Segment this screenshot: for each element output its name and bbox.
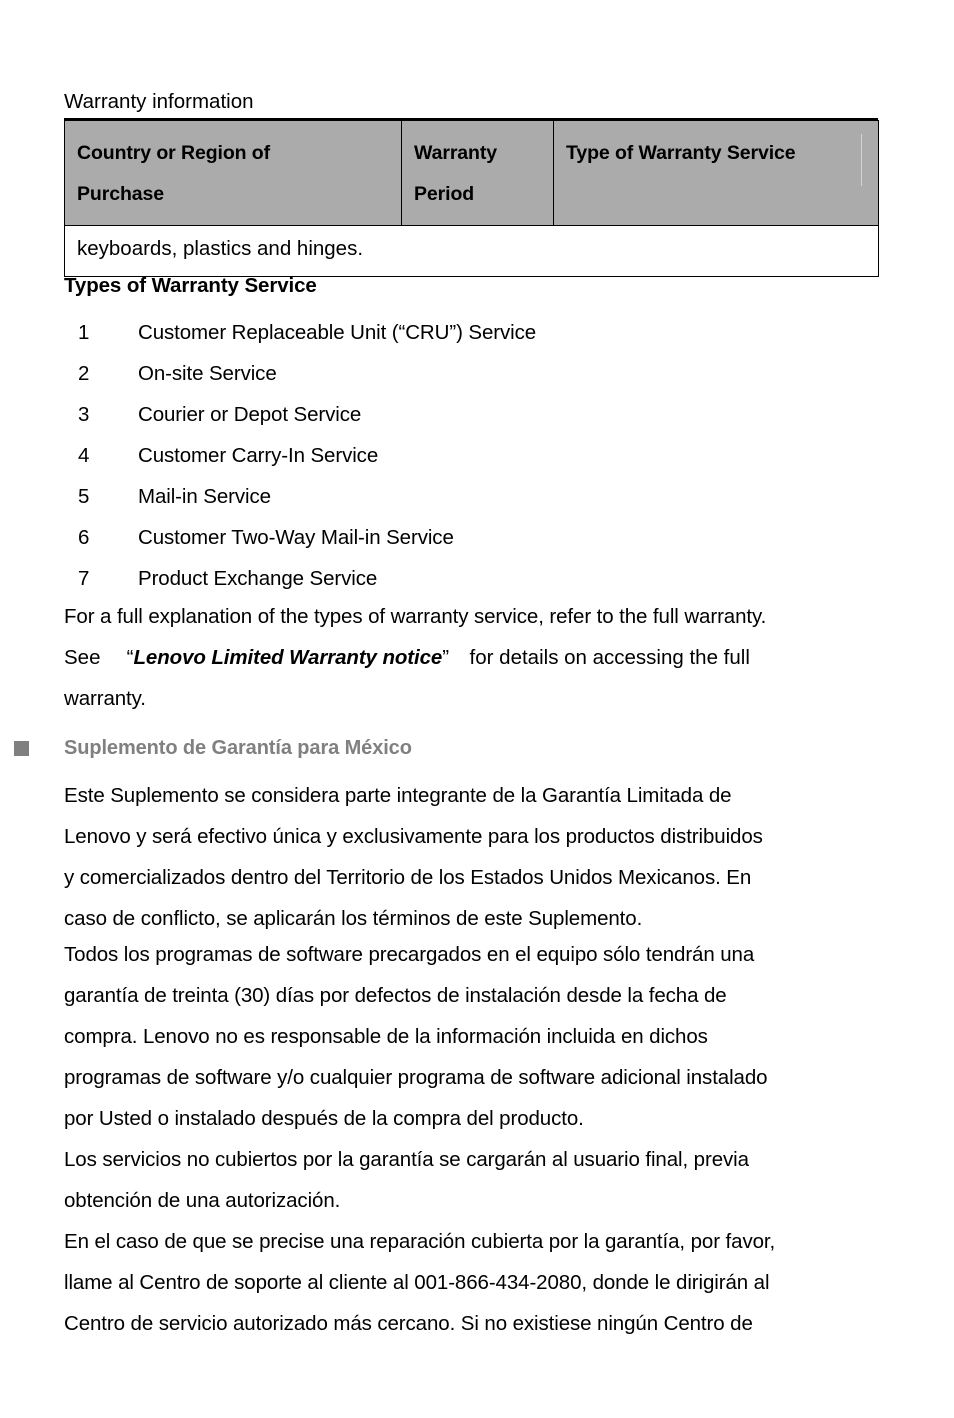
table-row: keyboards, plastics and hinges. xyxy=(64,225,879,277)
mexico-p2-line-4: programas de software y/o cualquier prog… xyxy=(64,1066,768,1089)
table-header-country: Country or Region of Purchase xyxy=(64,120,402,226)
mexico-p1-line-4: caso de conflicto, se aplicarán los térm… xyxy=(64,907,643,930)
mexico-p2-line-3: compra. Lenovo no es responsable de la i… xyxy=(64,1025,708,1048)
list-item-number: 6 xyxy=(78,526,90,549)
mexico-paragraph-3: Los servicios no cubiertos por la garant… xyxy=(64,1139,884,1221)
service-types-list: 1 Customer Replaceable Unit (“CRU”) Serv… xyxy=(64,312,878,599)
mexico-supplement-heading-label: Suplemento de Garantía para México xyxy=(64,737,412,759)
list-item-label: Product Exchange Service xyxy=(138,567,378,590)
mexico-paragraph-4: En el caso de que se precise una reparac… xyxy=(64,1221,884,1344)
table-header-period-line1: Warranty xyxy=(414,142,497,164)
mexico-p1-line-3: y comercializados dentro del Territorio … xyxy=(64,866,752,889)
mexico-paragraph-2: Todos los programas de software precarga… xyxy=(64,934,884,1139)
document-page: Warranty information Country or Region o… xyxy=(0,0,954,1418)
table-cell-text: keyboards, plastics and hinges. xyxy=(77,237,364,260)
list-item: 1 Customer Replaceable Unit (“CRU”) Serv… xyxy=(64,312,878,353)
table-header-hairline xyxy=(861,134,862,186)
page-title: Warranty information xyxy=(64,90,254,113)
list-item: 7 Product Exchange Service xyxy=(64,558,878,599)
full-explanation-line-1: For a full explanation of the types of w… xyxy=(64,605,767,628)
table-header-service-type-line1: Type of Warranty Service xyxy=(566,142,796,164)
mexico-p3-line-2: obtención de una autorización. xyxy=(64,1189,341,1212)
mexico-p4-line-3: Centro de servicio autorizado más cercan… xyxy=(64,1312,753,1335)
list-item: 3 Courier or Depot Service xyxy=(64,394,878,435)
list-item-label: Customer Replaceable Unit (“CRU”) Servic… xyxy=(138,321,537,344)
mexico-p4-line-1: En el caso de que se precise una reparac… xyxy=(64,1230,776,1253)
table-header-country-line1: Country or Region of xyxy=(77,142,270,164)
list-item-number: 7 xyxy=(78,567,90,590)
mexico-p1-line-2: Lenovo y será efectivo única y exclusiva… xyxy=(64,825,763,848)
table-cell-continuation: keyboards, plastics and hinges. xyxy=(64,225,879,277)
mexico-p2-line-1: Todos los programas de software precarga… xyxy=(64,943,755,966)
full-explanation-line-2-prefix: See “ xyxy=(64,646,134,669)
mexico-paragraph-1: Este Suplemento se considera parte integ… xyxy=(64,775,884,939)
section-title-types-of-warranty-service: Types of Warranty Service xyxy=(64,274,317,297)
table-header-country-line2: Purchase xyxy=(77,183,164,205)
mexico-p2-line-2: garantía de treinta (30) días por defect… xyxy=(64,984,727,1007)
mexico-supplement-heading: Suplemento de Garantía para México xyxy=(14,732,412,765)
list-item-label: Mail-in Service xyxy=(138,485,271,508)
list-item: 2 On-site Service xyxy=(64,353,878,394)
table-header-period: Warranty Period xyxy=(401,120,554,226)
table-header-row: Country or Region of Purchase Warranty P… xyxy=(64,120,879,226)
warranty-table: Country or Region of Purchase Warranty P… xyxy=(64,120,879,277)
full-explanation-paragraph: For a full explanation of the types of w… xyxy=(64,596,884,719)
list-item: 5 Mail-in Service xyxy=(64,476,878,517)
list-item-number: 5 xyxy=(78,485,90,508)
table-header-period-line2: Period xyxy=(414,183,475,205)
list-item: 6 Customer Two-Way Mail-in Service xyxy=(64,517,878,558)
mexico-p1-line-1: Este Suplemento se considera parte integ… xyxy=(64,784,732,807)
list-item-label: Courier or Depot Service xyxy=(138,403,362,426)
list-item: 4 Customer Carry-In Service xyxy=(64,435,878,476)
full-explanation-line-2-suffix: ” for details on accessing the full xyxy=(442,646,750,669)
warranty-notice-emphasis: Lenovo Limited Warranty notice xyxy=(133,646,443,669)
list-item-number: 2 xyxy=(78,362,90,385)
list-item-number: 4 xyxy=(78,444,90,467)
full-explanation-line-2: See “Lenovo Limited Warranty notice” for… xyxy=(64,637,884,678)
list-item-label: Customer Carry-In Service xyxy=(138,444,379,467)
list-item-number: 1 xyxy=(78,321,90,344)
mexico-p4-line-2: llame al Centro de soporte al cliente al… xyxy=(64,1271,770,1294)
mexico-p3-line-1: Los servicios no cubiertos por la garant… xyxy=(64,1148,749,1171)
mexico-p2-line-5: por Usted o instalado después de la comp… xyxy=(64,1107,584,1130)
full-explanation-line-3: warranty. xyxy=(64,687,146,710)
list-item-number: 3 xyxy=(78,403,90,426)
list-item-label: On-site Service xyxy=(138,362,277,385)
table-header-service-type: Type of Warranty Service xyxy=(553,120,879,226)
square-bullet-icon xyxy=(14,741,29,756)
list-item-label: Customer Two-Way Mail-in Service xyxy=(138,526,454,549)
